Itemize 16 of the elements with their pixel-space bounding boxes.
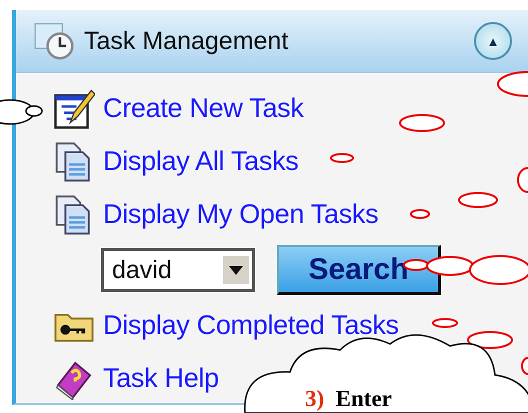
search-button[interactable]: Search <box>277 245 441 295</box>
task-link[interactable]: Display My Open Tasks <box>103 199 378 230</box>
task-link[interactable]: Create New Task <box>103 93 304 124</box>
panel-title: Task Management <box>84 26 288 56</box>
task-link[interactable]: Display All Tasks <box>103 146 298 177</box>
collapse-button[interactable]: ▲ <box>474 22 512 60</box>
edit-icon <box>53 88 95 130</box>
caret-icon <box>223 256 249 284</box>
annotation-ellipse <box>432 318 458 328</box>
task-clock-icon <box>34 20 76 62</box>
annotation-ellipse <box>330 153 354 163</box>
task-link[interactable]: Display Completed Tasks <box>103 310 399 341</box>
user-dropdown[interactable]: david <box>101 248 255 292</box>
annotation-ellipse <box>410 209 430 219</box>
callout-text: 3) Enter <box>305 386 392 412</box>
task-link[interactable]: Task Help <box>103 363 219 394</box>
